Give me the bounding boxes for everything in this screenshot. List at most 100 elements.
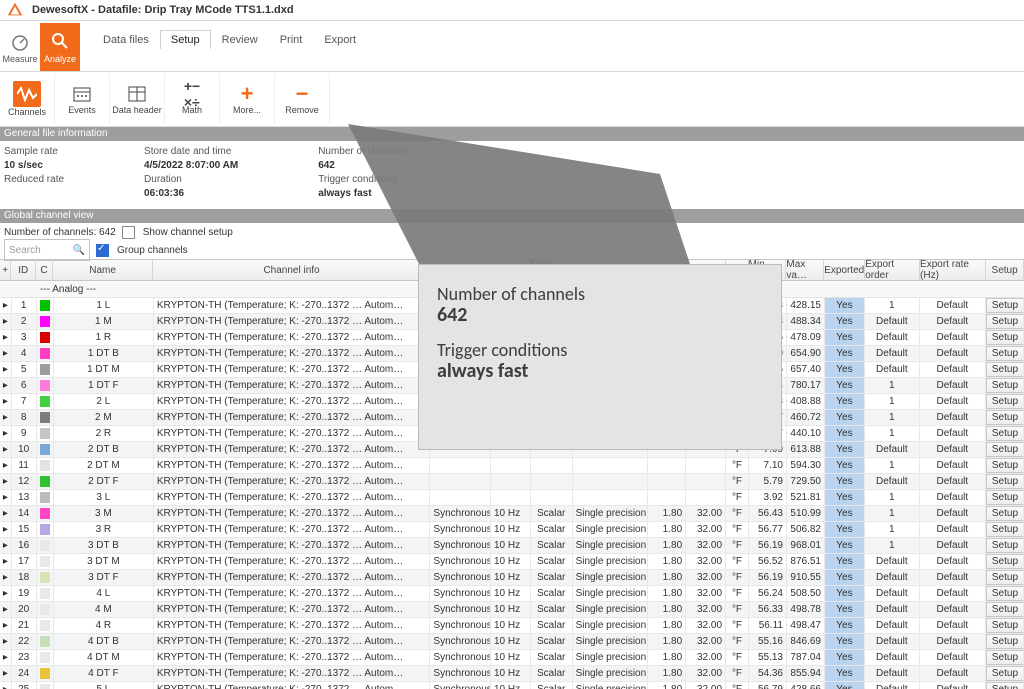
math-button[interactable]: +−×÷ Math xyxy=(165,74,220,124)
hdr-sync[interactable] xyxy=(431,260,491,280)
hdr-id[interactable]: ID xyxy=(11,260,36,280)
remove-button[interactable]: − Remove xyxy=(275,74,330,124)
color-swatch xyxy=(40,476,50,487)
analyze-button[interactable]: Analyze xyxy=(40,23,80,71)
more-button[interactable]: + More... xyxy=(220,74,275,124)
main-tabs: Data filesSetupReviewPrintExport xyxy=(92,27,367,49)
search-placeholder: Search xyxy=(9,245,73,256)
color-swatch xyxy=(40,524,50,535)
color-swatch xyxy=(40,556,50,567)
table-row[interactable]: ▸11 LKRYPTON-TH (Temperature; K: -270..1… xyxy=(0,298,1024,314)
hdr-dt[interactable]: Data type xyxy=(573,260,649,280)
number-of-channels-label: Number of channels: 642 xyxy=(4,227,116,238)
color-swatch xyxy=(40,508,50,519)
search-input[interactable]: Search 🔍 xyxy=(4,239,90,261)
color-swatch xyxy=(40,380,50,391)
hdr-min[interactable]: Min value xyxy=(749,260,787,280)
table-row[interactable]: ▸173 DT MKRYPTON-TH (Temperature; K: -27… xyxy=(0,554,1024,570)
tab-export[interactable]: Export xyxy=(313,30,367,49)
hdr-rate[interactable] xyxy=(491,260,531,280)
math-icon: +−×÷ xyxy=(180,83,204,105)
table-row[interactable]: ▸255 LKRYPTON-TH (Temperature; K: -270..… xyxy=(0,682,1024,689)
hdr-setup[interactable]: Setup xyxy=(986,260,1024,280)
channels-button[interactable]: Channels xyxy=(0,74,55,124)
measure-button[interactable]: Measure xyxy=(0,23,40,71)
group-channels-checkbox[interactable] xyxy=(96,244,109,257)
table-row[interactable]: ▸112 DT MKRYPTON-TH (Temperature; K: -27… xyxy=(0,458,1024,474)
hdr-ds[interactable]: Data structure xyxy=(531,260,573,280)
color-swatch xyxy=(40,460,50,471)
table-row[interactable]: ▸143 MKRYPTON-TH (Temperature; K: -270..… xyxy=(0,506,1024,522)
table-row[interactable]: ▸244 DT FKRYPTON-TH (Temperature; K: -27… xyxy=(0,666,1024,682)
hdr-er[interactable]: Export rate (Hz) xyxy=(920,260,986,280)
app-logo-icon xyxy=(6,1,24,19)
color-swatch xyxy=(40,668,50,679)
gauge-icon xyxy=(9,30,31,52)
color-swatch xyxy=(40,428,50,439)
table-row[interactable]: ▸153 RKRYPTON-TH (Temperature; K: -270..… xyxy=(0,522,1024,538)
table-row[interactable]: ▸122 DT FKRYPTON-TH (Temperature; K: -27… xyxy=(0,474,1024,490)
hdr-unit[interactable]: Unit xyxy=(726,260,749,280)
color-swatch xyxy=(40,364,50,375)
table-row[interactable]: ▸51 DT MKRYPTON-TH (Temperature; K: -270… xyxy=(0,362,1024,378)
plus-icon: + xyxy=(235,83,259,105)
color-swatch xyxy=(40,332,50,343)
table-row[interactable]: ▸102 DT BKRYPTON-TH (Temperature; K: -27… xyxy=(0,442,1024,458)
show-channel-setup-label: Show channel setup xyxy=(143,227,233,238)
table-row[interactable]: ▸234 DT MKRYPTON-TH (Temperature; K: -27… xyxy=(0,650,1024,666)
color-swatch xyxy=(40,300,50,311)
hdr-eo[interactable]: Export order xyxy=(865,260,920,280)
search-icon xyxy=(49,30,71,52)
color-swatch xyxy=(40,396,50,407)
table-row[interactable]: ▸61 DT FKRYPTON-TH (Temperature; K: -270… xyxy=(0,378,1024,394)
hdr-scale[interactable]: Scale xyxy=(648,260,686,280)
group-channels-label: Group channels xyxy=(117,245,188,256)
color-swatch xyxy=(40,348,50,359)
table-row[interactable]: ▸31 RKRYPTON-TH (Temperature; K: -270..1… xyxy=(0,330,1024,346)
table-row[interactable]: ▸82 MKRYPTON-TH (Temperature; K: -270..1… xyxy=(0,410,1024,426)
calendar-icon xyxy=(70,83,94,105)
hdr-ci[interactable]: Channel info xyxy=(153,260,431,280)
tab-data-files[interactable]: Data files xyxy=(92,30,160,49)
hdr-exp[interactable]: Exported xyxy=(824,260,865,280)
table-row[interactable]: ▸204 MKRYPTON-TH (Temperature; K: -270..… xyxy=(0,602,1024,618)
table-row[interactable]: ▸163 DT BKRYPTON-TH (Temperature; K: -27… xyxy=(0,538,1024,554)
color-swatch xyxy=(40,492,50,503)
color-swatch xyxy=(40,316,50,327)
table-row[interactable]: ▸72 LKRYPTON-TH (Temperature; K: -270..1… xyxy=(0,394,1024,410)
grid-header: + ID C Name Channel info Data structure … xyxy=(0,259,1024,281)
color-swatch xyxy=(40,684,50,689)
hdr-off[interactable]: Offset xyxy=(686,260,726,280)
tab-print[interactable]: Print xyxy=(269,30,314,49)
color-swatch xyxy=(40,636,50,647)
table-row[interactable]: ▸133 LKRYPTON-TH (Temperature; K: -270..… xyxy=(0,490,1024,506)
events-button[interactable]: Events xyxy=(55,74,110,124)
color-swatch xyxy=(40,444,50,455)
dataheader-button[interactable]: Data header xyxy=(110,74,165,124)
minus-icon: − xyxy=(290,83,314,105)
tab-review[interactable]: Review xyxy=(211,30,269,49)
table-row[interactable]: ▸92 RKRYPTON-TH (Temperature; K: -270..1… xyxy=(0,426,1024,442)
hdr-c[interactable]: C xyxy=(36,260,53,280)
color-swatch xyxy=(40,652,50,663)
table-row[interactable]: ▸183 DT FKRYPTON-TH (Temperature; K: -27… xyxy=(0,570,1024,586)
section-channel-view: Global channel view xyxy=(0,209,1024,223)
color-swatch xyxy=(40,540,50,551)
table-row[interactable]: ▸21 MKRYPTON-TH (Temperature; K: -270..1… xyxy=(0,314,1024,330)
table-row[interactable]: ▸41 DT BKRYPTON-TH (Temperature; K: -270… xyxy=(0,346,1024,362)
color-swatch xyxy=(40,572,50,583)
table-row[interactable]: ▸214 RKRYPTON-TH (Temperature; K: -270..… xyxy=(0,618,1024,634)
info-panel: Sample rate10 s/secReduced rateStore dat… xyxy=(0,141,1024,209)
table-row[interactable]: ▸224 DT BKRYPTON-TH (Temperature; K: -27… xyxy=(0,634,1024,650)
color-swatch xyxy=(40,604,50,615)
section-general-info: General file information xyxy=(0,127,1024,141)
table-icon xyxy=(125,83,149,105)
table-row[interactable]: ▸194 LKRYPTON-TH (Temperature; K: -270..… xyxy=(0,586,1024,602)
waveform-icon xyxy=(13,81,41,107)
hdr-plus[interactable]: + xyxy=(0,260,11,280)
hdr-name[interactable]: Name xyxy=(53,260,153,280)
tab-setup[interactable]: Setup xyxy=(160,30,211,49)
show-channel-setup-checkbox[interactable] xyxy=(122,226,135,239)
group-analog[interactable]: --- Analog --- xyxy=(0,281,1024,298)
hdr-max[interactable]: Max va… xyxy=(786,260,824,280)
